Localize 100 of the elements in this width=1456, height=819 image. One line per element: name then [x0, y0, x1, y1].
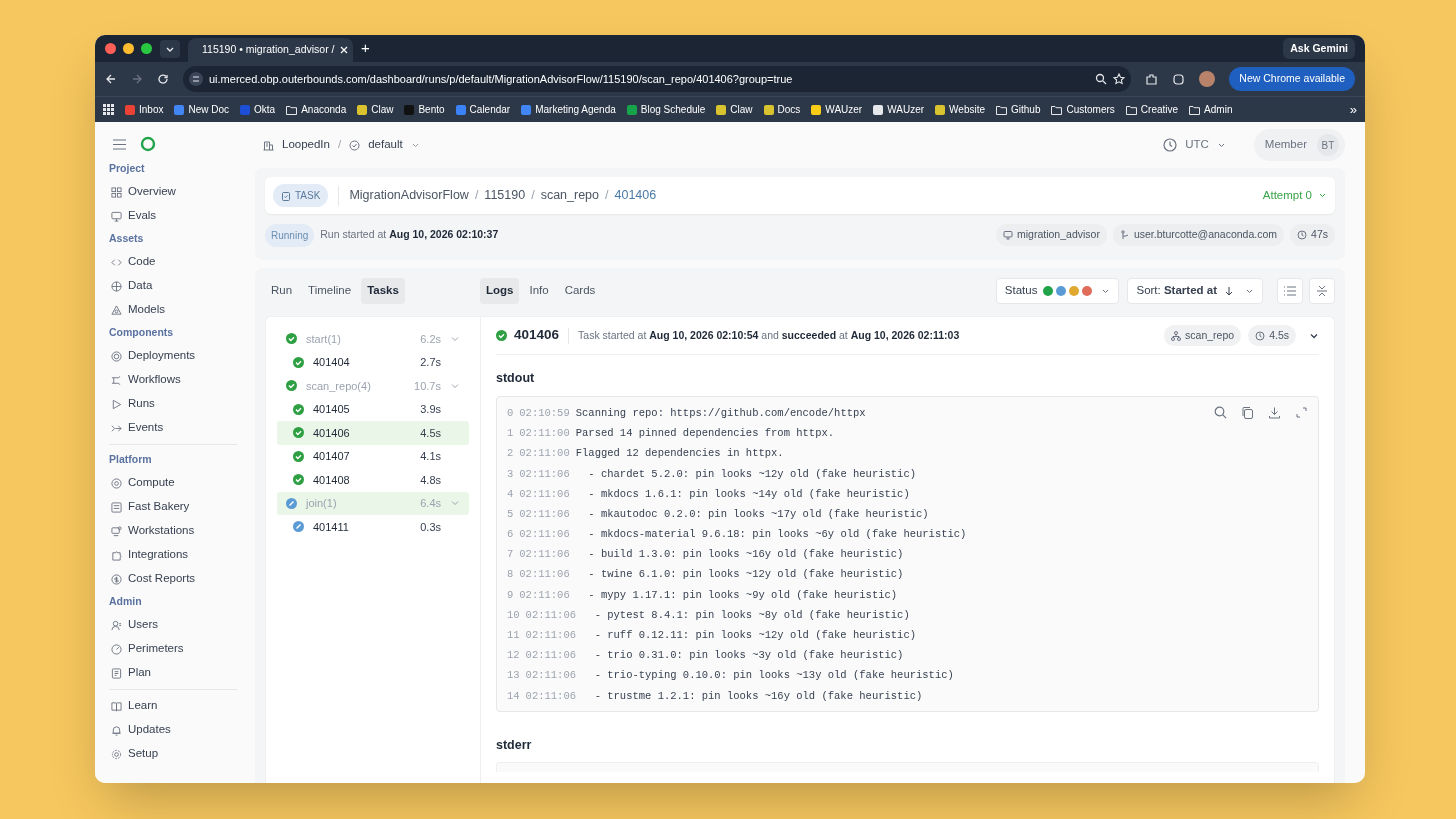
sidebar-item[interactable]: Overview	[109, 180, 241, 204]
sidebar-item[interactable]: Compute	[109, 471, 241, 495]
tab[interactable]: Logs	[480, 278, 520, 304]
task-row[interactable]: 401405 3.9s	[277, 397, 469, 421]
breadcrumb-link[interactable]: scan_repo	[540, 186, 599, 205]
sidebar-item[interactable]: Perimeters	[109, 637, 241, 661]
bookmark-link[interactable]: Marketing Agenda	[521, 102, 616, 117]
status-filter[interactable]: Status	[995, 278, 1120, 304]
bookmark-link[interactable]: Admin	[1189, 102, 1233, 117]
log-message: - pytest 8.4.1: pin looks ~8y old (fake heuristic)	[593, 607, 910, 623]
new-tab-button[interactable]: +	[361, 37, 370, 60]
bookmark-link[interactable]: Customers	[1051, 102, 1115, 117]
user-menu[interactable]: Member BT	[1253, 129, 1345, 161]
tab-list-button[interactable]	[160, 39, 180, 58]
copy-icon[interactable]	[1241, 405, 1254, 419]
section-heading: Admin	[109, 594, 143, 610]
dollar-icon	[111, 573, 122, 585]
bookmark-link[interactable]: WAUzer	[873, 102, 925, 117]
bookmark-link[interactable]: Anaconda	[286, 102, 347, 117]
bookmark-link[interactable]: New Doc	[174, 102, 230, 117]
bookmark-link[interactable]: Blog Schedule	[626, 102, 706, 117]
bookmark-link[interactable]: Calendar	[455, 102, 511, 117]
extensions-icon[interactable]	[1145, 72, 1159, 86]
bookmark-link[interactable]: Claw	[357, 102, 394, 117]
info-chip: migration_advisor	[996, 224, 1107, 246]
sidebar-item[interactable]: Plan	[109, 661, 241, 685]
task-row[interactable]: 401407 4.1s	[277, 444, 469, 468]
task-row[interactable]: 401408 4.8s	[277, 468, 469, 492]
sort-dropdown[interactable]: Sort: Started at	[1127, 278, 1263, 304]
bookmark-link[interactable]: Claw	[716, 102, 753, 117]
tab[interactable]: Timeline	[302, 278, 358, 304]
sidebar-item[interactable]: Learn	[109, 694, 241, 718]
tab[interactable]: Tasks	[361, 278, 405, 304]
zoom-icon[interactable]	[1095, 73, 1108, 85]
update-button[interactable]: New Chrome available	[1229, 67, 1355, 91]
sidebar-item[interactable]: Integrations	[109, 543, 241, 567]
address-bar[interactable]: ui.merced.obp.outerbounds.com/dashboard/runs/p/default/MigrationAdvisorFlow/115190/scan_repo/401406?group=true	[183, 66, 1132, 92]
breadcrumb-link[interactable]: 115190	[484, 186, 526, 205]
user-avatar: BT	[1317, 134, 1339, 156]
bell-icon	[111, 724, 122, 736]
section-heading: Assets	[109, 231, 145, 247]
sidebar-item[interactable]: Evals	[109, 204, 241, 228]
branch-selector[interactable]: default	[368, 136, 403, 154]
browser-tab[interactable]: 115190 • migration_advisor /	[188, 38, 353, 62]
log-timestamp: 02:11:06	[525, 688, 577, 704]
bookmark-link[interactable]: Website	[935, 102, 985, 117]
apps-grid-icon[interactable]	[103, 104, 114, 115]
breadcrumb-link[interactable]: MigrationAdvisorFlow	[349, 186, 469, 205]
tab[interactable]: Cards	[558, 278, 602, 304]
download-icon[interactable]	[1268, 405, 1281, 419]
sidebar-item[interactable]: Models	[109, 298, 241, 322]
sidebar-item[interactable]: Events	[109, 416, 241, 440]
timezone-selector[interactable]: UTC	[1185, 136, 1209, 154]
bookmark-link[interactable]: Bento	[404, 102, 445, 117]
tab[interactable]: Info	[523, 278, 555, 304]
log-message: - trustme 1.2.1: pin looks ~16y old (fake heuristic)	[593, 688, 923, 704]
minimize-window-button[interactable]	[123, 43, 134, 54]
sidebar-item[interactable]: Workstations	[109, 519, 241, 543]
sidebar-item[interactable]: Data	[109, 274, 241, 298]
more-bookmarks-button[interactable]: »	[1349, 99, 1357, 120]
reload-icon[interactable]	[157, 73, 169, 85]
site-settings-icon[interactable]	[189, 72, 203, 86]
bookmark-link[interactable]: Creative	[1125, 102, 1179, 117]
bookmark-link[interactable]: Okta	[240, 102, 276, 117]
sidebar-item[interactable]: Users	[109, 613, 241, 637]
task-row[interactable]: 401406 4.5s	[277, 421, 469, 445]
log-message: Flagged 12 dependencies in httpx.	[575, 446, 784, 462]
log-timestamp: 02:11:06	[525, 648, 577, 664]
close-window-button[interactable]	[105, 43, 116, 54]
maximize-window-button[interactable]	[141, 43, 152, 54]
bookmark-link[interactable]: Inbox	[125, 102, 164, 117]
bookmark-link[interactable]: WAUzer	[811, 102, 863, 117]
log-timestamp: 02:11:00	[519, 426, 570, 442]
sidebar-item[interactable]: Code	[109, 250, 241, 274]
profile-avatar[interactable]	[1199, 71, 1216, 87]
sync-icon[interactable]	[1172, 72, 1186, 86]
triangle-icon	[111, 304, 122, 316]
sidebar-item[interactable]: Workflows	[109, 368, 241, 392]
search-icon[interactable]	[1214, 405, 1227, 419]
back-icon[interactable]	[105, 73, 117, 85]
close-icon[interactable]	[340, 46, 349, 54]
log-timestamp: 02:11:06	[519, 527, 570, 543]
forward-icon[interactable]	[131, 73, 143, 85]
sidebar-item[interactable]: Setup	[109, 742, 241, 766]
ask-gemini-button[interactable]: Ask Gemini	[1283, 37, 1355, 60]
task-row[interactable]: 401404 2.7s	[277, 350, 469, 374]
sidebar-item[interactable]: Fast Bakery	[109, 495, 241, 519]
sidebar-item[interactable]: Runs	[109, 392, 241, 416]
bookmark-link[interactable]: Docs	[763, 102, 801, 117]
menu-icon[interactable]	[113, 138, 126, 150]
task-row[interactable]: 401411 0.3s	[277, 515, 469, 539]
log-timestamp: 02:10:59	[519, 405, 570, 421]
tab[interactable]: Run	[265, 278, 299, 304]
sidebar-item[interactable]: Deployments	[109, 344, 241, 368]
bookmark-link[interactable]: Github	[996, 102, 1041, 117]
sidebar-item[interactable]: Cost Reports	[109, 567, 241, 591]
sidebar-item[interactable]: Updates	[109, 718, 241, 742]
star-icon[interactable]	[1113, 73, 1126, 85]
project-link[interactable]: LoopedIn	[282, 136, 330, 154]
flow-icon	[111, 374, 122, 386]
